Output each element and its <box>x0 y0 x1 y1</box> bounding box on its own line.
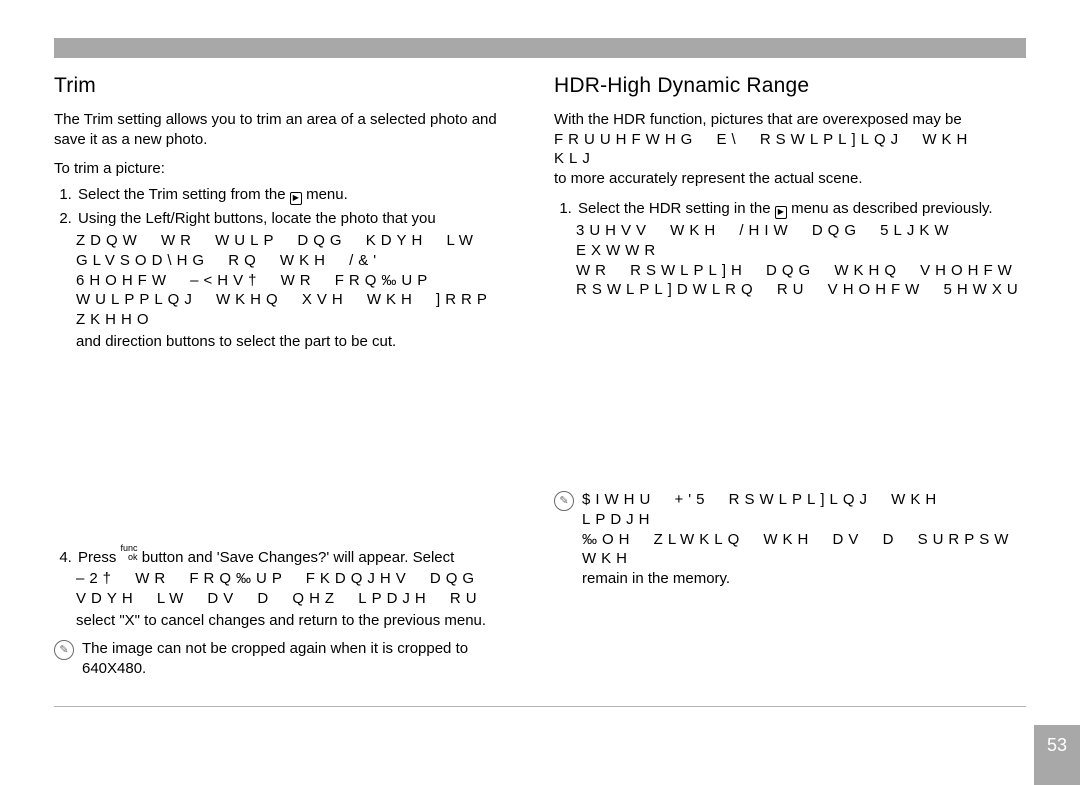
trim-step-4: Press funcok button and 'Save Changes?' … <box>76 544 526 568</box>
hdr-intro-1: With the HDR function, pictures that are… <box>554 110 1026 130</box>
trim-step-1b: menu. <box>306 186 348 203</box>
trim-step-1a: Select the Trim setting from the <box>78 186 290 203</box>
hdr-note-text: $IWHU +'5 RSWLPL]LQJ WKH LPDJH ‰OH ZLWKL… <box>582 490 1026 589</box>
trim-note-text: The image can not be cropped again when … <box>82 639 526 679</box>
hdr-garbled-note-1: $IWHU +'5 RSWLPL]LQJ WKH LPDJH <box>582 490 1026 530</box>
trim-step-4a: Press <box>78 549 121 566</box>
trim-step-2-text: Using the Left/Right buttons, locate the… <box>78 210 436 227</box>
hdr-note-tail: remain in the memory. <box>582 569 1026 589</box>
playback-menu-icon <box>290 192 302 205</box>
hdr-step-1: Select the HDR setting in the menu as de… <box>576 199 1026 219</box>
hdr-steps: Select the HDR setting in the menu as de… <box>554 199 1026 219</box>
left-column: Trim The Trim setting allows you to trim… <box>54 72 526 678</box>
note-icon: ✎ <box>554 491 574 511</box>
trim-step-1: Select the Trim setting from the menu. <box>76 185 526 205</box>
note-icon: ✎ <box>54 640 74 660</box>
trim-step-4b: button and 'Save Changes?' will appear. … <box>142 549 455 566</box>
trim-howto-label: To trim a picture: <box>54 159 526 179</box>
hdr-heading: HDR-High Dynamic Range <box>554 72 1026 100</box>
trim-heading: Trim <box>54 72 526 100</box>
footer-separator <box>54 706 1026 707</box>
hdr-intro-2: to more accurately represent the actual … <box>554 169 1026 189</box>
playback-menu-icon <box>775 206 787 219</box>
trim-steps: Select the Trim setting from the menu. U… <box>54 185 526 229</box>
trim-step-4c: select "X" to cancel changes and return … <box>54 611 526 631</box>
header-bar <box>54 38 1026 58</box>
trim-steps-cont: Press funcok button and 'Save Changes?' … <box>54 544 526 568</box>
hdr-note-row: ✎ $IWHU +'5 RSWLPL]LQJ WKH LPDJH ‰OH ZLW… <box>554 490 1026 589</box>
hdr-garbled-note-2: ‰OH ZLWKLQ WKH DV D SURPSW WKH <box>582 530 1026 570</box>
hdr-garbled-intro: FRUUHFWHG E\ RSWLPL]LQJ WKH KLJ <box>554 130 1026 170</box>
trim-step-2: Using the Left/Right buttons, locate the… <box>76 209 526 229</box>
hdr-step-1a: Select the HDR setting in the <box>578 200 775 217</box>
trim-step-3b: and direction buttons to select the part… <box>54 332 526 352</box>
trim-garbled-2: 6HOHFW ‒<HV† WR FRQ‰UP WULPPLQJ WKHQ XVH… <box>54 271 526 330</box>
trim-note-row: ✎ The image can not be cropped again whe… <box>54 639 526 679</box>
func-ok-icon: funcok <box>121 544 138 562</box>
manual-page: Trim The Trim setting allows you to trim… <box>0 0 1080 785</box>
hdr-garbled-1: 3UHVV WKH /HIW DQG 5LJKW EXWWR <box>554 221 1026 261</box>
page-number-badge: 53 <box>1034 725 1080 785</box>
right-column: HDR-High Dynamic Range With the HDR func… <box>554 72 1026 678</box>
content-columns: Trim The Trim setting allows you to trim… <box>54 72 1026 678</box>
trim-garbled-3: ‒2† WR FRQ‰UP FKDQJHV DQG VDYH LW DV D Q… <box>54 569 526 609</box>
hdr-garbled-2: WR RSWLPL]H DQG WKHQ VHOHFW <box>554 261 1026 281</box>
hdr-step-1b: menu as described previously. <box>791 200 993 217</box>
trim-intro: The Trim setting allows you to trim an a… <box>54 110 526 150</box>
hdr-garbled-3: RSWLPL]DWLRQ RU VHOHFW 5HWXU <box>554 280 1026 300</box>
trim-garbled-1: ZDQW WR WULP DQG KDYH LW GLVSOD\HG RQ WK… <box>54 231 526 271</box>
